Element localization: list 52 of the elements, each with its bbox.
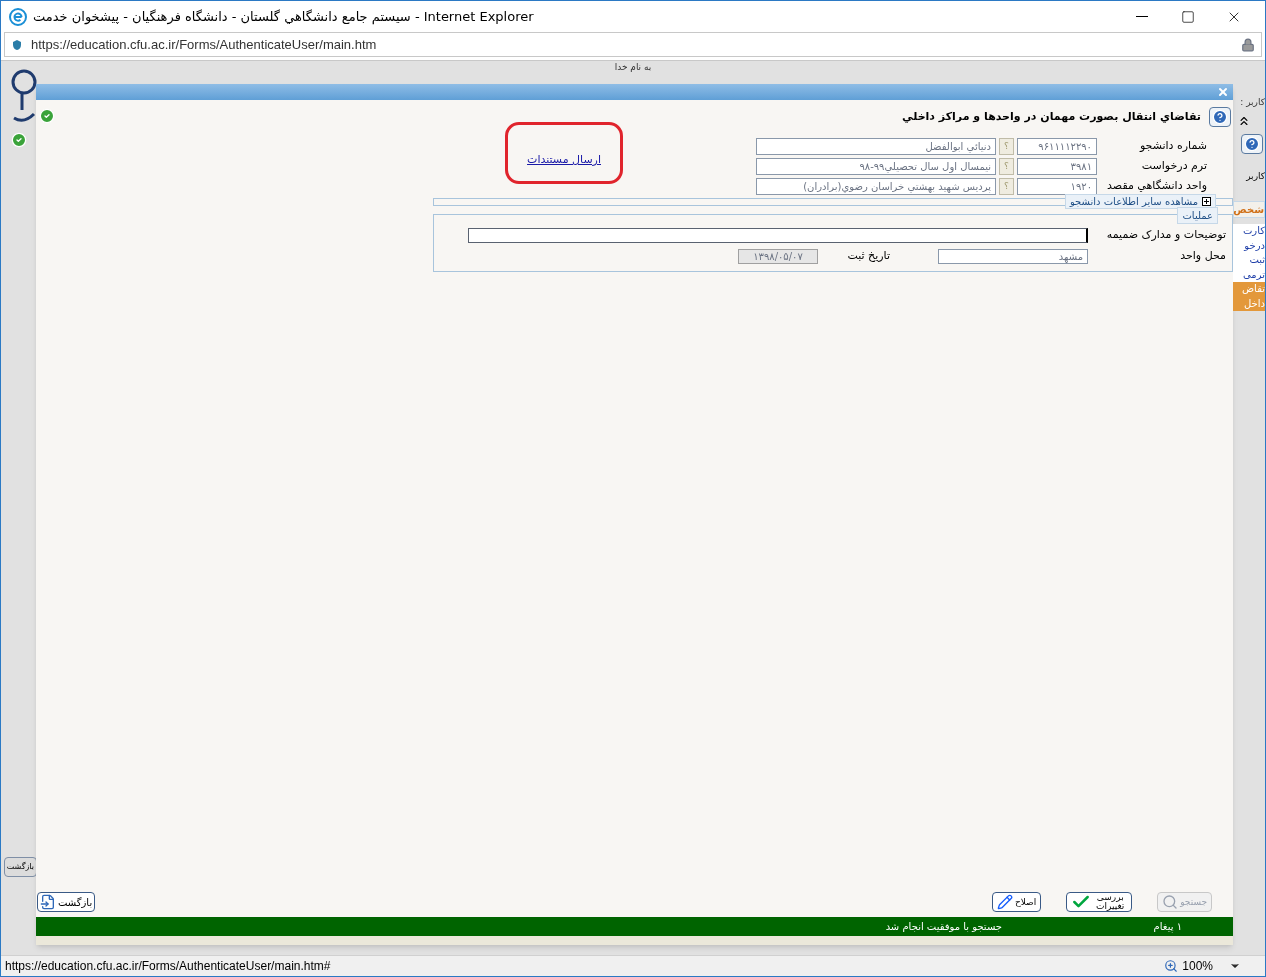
success-icon	[10, 132, 27, 148]
edit-icon	[996, 894, 1013, 910]
back-button[interactable]: بازگشت	[4, 857, 37, 877]
zoom-level[interactable]: 100%	[1182, 957, 1213, 975]
student-info-toggle[interactable]: مشاهده سایر اطلاعات دانشجو	[1064, 194, 1216, 209]
unit-place-field: مشهد	[938, 248, 1088, 264]
date-field: ۱۳۹۸/۰۵/۰۷	[738, 248, 818, 264]
message-text: جستجو با موفقيت انجام شد	[885, 920, 1002, 934]
help-button[interactable]	[1209, 107, 1231, 127]
close-button[interactable]	[1217, 86, 1229, 98]
dialog-title: تقاضاي انتقال بصورت مهمان در واحدها و مراكز داخلي	[902, 108, 1201, 125]
help-button[interactable]	[1241, 133, 1263, 154]
menu-header: شخص	[1233, 201, 1265, 218]
window-title: سيستم جامع دانشگاهي گلستان - دانشگاه فرهنگيان - پيشخوان خدمت - Internet Explorer	[33, 7, 534, 27]
field-label: محل واحد	[1179, 247, 1226, 264]
menu-item[interactable]: کارت	[1233, 224, 1265, 239]
lock-icon	[1241, 37, 1255, 52]
menu-item[interactable]: ثبت	[1233, 253, 1265, 268]
document-arrow-icon	[40, 894, 56, 910]
header-text: به نام خدا	[614, 61, 652, 74]
code-field[interactable]: ۱۹۲۰	[1017, 178, 1097, 195]
menu-item[interactable]: درخو	[1233, 238, 1265, 253]
field-label: شماره دانشجو	[1138, 138, 1207, 155]
field-label: واحد دانشگاهي مقصد	[1106, 178, 1207, 195]
field-label: توضیحات و مدارک ضمیمه	[1105, 226, 1226, 243]
shield-icon	[11, 38, 23, 51]
address-field[interactable]: https://education.cfu.ac.ir/Forms/AuthenticateUser/main.htm	[4, 32, 1262, 57]
minimize-icon	[1136, 16, 1148, 17]
side-label: کاربر	[1245, 169, 1265, 183]
success-icon	[39, 108, 55, 124]
field-label: ترم درخواست	[1140, 158, 1207, 175]
name-field: دنيائي ابوالفضل	[756, 138, 996, 155]
zoom-icon	[1164, 959, 1179, 973]
menu-item[interactable]: ترمی	[1233, 267, 1265, 282]
name-field: پرديس شهيد بهشتي خراسان رضوي(برادران)	[756, 178, 996, 195]
code-field[interactable]: ۳۹۸۱	[1017, 158, 1097, 175]
browser-logo-icon	[9, 7, 27, 26]
maximize-icon	[1181, 9, 1195, 24]
plus-icon	[1202, 197, 1211, 206]
field-label: تاریخ ثبت	[846, 247, 890, 264]
user-label: کاربر :	[1240, 96, 1265, 109]
review-changes-button[interactable]: بررسی تغییرات	[1066, 892, 1133, 912]
description-field[interactable]	[468, 227, 1088, 243]
message-count: ۱ پیغام	[1152, 920, 1182, 934]
url-text: https://education.cfu.ac.ir/Forms/AuthenticateUser/main.htm	[31, 35, 377, 54]
section-title: عملیات	[1177, 207, 1218, 224]
send-documents-link[interactable]: ارسال مستندات	[527, 153, 601, 166]
back-button[interactable]: بازگشت	[37, 892, 96, 912]
code-field[interactable]: ۹۶۱۱۱۱۲۲۹۰	[1017, 138, 1097, 155]
edit-button[interactable]: اصلاح	[991, 892, 1042, 912]
name-field: نيمسال اول سال تحصيلي۹۹-۹۸	[756, 158, 996, 175]
status-url: https://education.cfu.ac.ir/Forms/AuthenticateUser/main.htm#	[5, 958, 331, 975]
